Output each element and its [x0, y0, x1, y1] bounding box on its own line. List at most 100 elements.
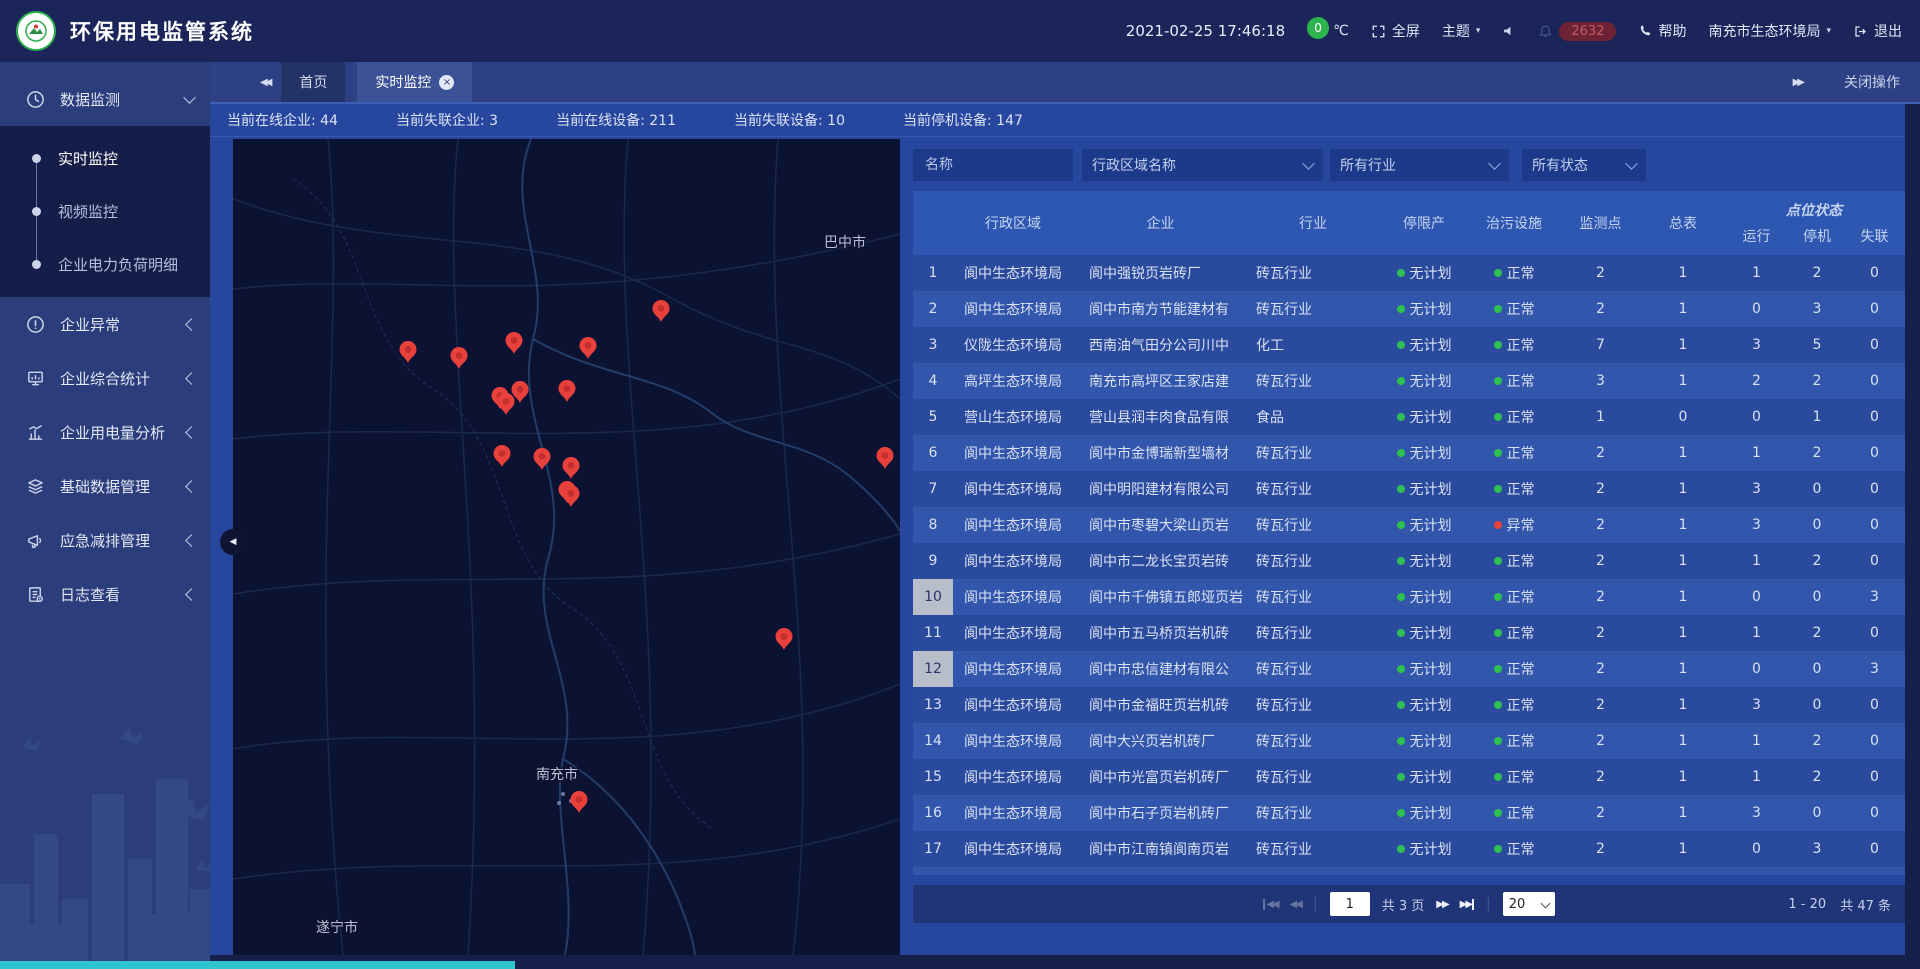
industry-filter-select[interactable]: 所有行业 [1330, 149, 1509, 181]
table-row[interactable]: 18南部生态环境局南部县建兴水泥有限公建材行业无计划正常21030 [913, 867, 1905, 875]
map-pin[interactable] [506, 332, 523, 354]
tab-close-icon[interactable]: × [439, 75, 454, 90]
close-operations-button[interactable]: 关闭操作 [1844, 72, 1900, 92]
map-pin[interactable] [534, 448, 551, 470]
cell-region: 阆中生态环境局 [953, 507, 1073, 543]
map-pin[interactable] [877, 447, 894, 469]
cell-index: 8 [913, 507, 953, 543]
cell-stopped: 3 [1790, 867, 1844, 875]
map-pin[interactable] [563, 485, 580, 507]
table-row[interactable]: 5营山生态环境局营山县润丰肉食品有限食品无计划正常10010 [913, 399, 1905, 435]
map-pin[interactable] [400, 341, 417, 363]
sidebar-item-5[interactable]: 应急减排管理 [0, 513, 210, 567]
theme-dropdown[interactable]: 主题▾ [1442, 21, 1481, 41]
sidebar-subitem[interactable]: 视频监控 [0, 185, 210, 238]
sidebar-item-0[interactable]: 数据监测 [0, 72, 210, 126]
tab-home[interactable]: 首页 [281, 62, 345, 102]
cell-company: 南充市高坪区王家店建 [1073, 363, 1248, 399]
cell-region: 高坪生态环境局 [953, 363, 1073, 399]
map-pin[interactable] [571, 791, 588, 813]
table-row[interactable]: 9阆中生态环境局阆中市二龙长宝页岩砖砖瓦行业无计划正常21120 [913, 543, 1905, 579]
cell-facility: 正常 [1470, 363, 1558, 399]
map-collapse-button[interactable]: ◀ [220, 529, 246, 555]
cell-running: 3 [1723, 795, 1790, 831]
prev-page-button[interactable]: ◀◀ [1290, 899, 1301, 910]
next-page-button[interactable]: ▶▶ [1436, 899, 1447, 910]
cell-running: 3 [1723, 687, 1790, 723]
table-row[interactable]: 12阆中生态环境局阆中市忠信建材有限公砖瓦行业无计划正常21003 [913, 651, 1905, 687]
table-row[interactable]: 7阆中生态环境局阆中明阳建材有限公司砖瓦行业无计划正常21300 [913, 471, 1905, 507]
sidebar-item-4[interactable]: 基础数据管理 [0, 459, 210, 513]
tabs-scroll-left-icon[interactable]: ◀◀ [260, 77, 269, 88]
cell-limit-label: 无计划 [1410, 803, 1452, 823]
cell-limit: 无计划 [1378, 363, 1470, 399]
map-pin[interactable] [451, 347, 468, 369]
map-pin[interactable] [498, 393, 515, 415]
sidebar-subitem[interactable]: 实时监控 [0, 132, 210, 185]
stat-item: 当前失联设备: 10 [734, 110, 845, 130]
col-region: 行政区域 [953, 213, 1073, 233]
name-filter-input[interactable] [923, 156, 1063, 174]
map-pin[interactable] [559, 380, 576, 402]
name-filter[interactable] [913, 149, 1073, 181]
mute-button[interactable] [1502, 24, 1516, 38]
table-row[interactable]: 16阆中生态环境局阆中市石子页岩机砖厂砖瓦行业无计划正常21300 [913, 795, 1905, 831]
table-row[interactable]: 17阆中生态环境局阆中市江南镇阆南页岩砖瓦行业无计划正常21030 [913, 831, 1905, 867]
log-icon [26, 585, 46, 604]
table-row[interactable]: 2阆中生态环境局阆中市南方节能建材有砖瓦行业无计划正常21030 [913, 291, 1905, 327]
city-label: 遂宁市 [316, 919, 358, 936]
cell-facility: 正常 [1470, 687, 1558, 723]
cell-running: 0 [1723, 579, 1790, 615]
cell-region: 阆中生态环境局 [953, 795, 1073, 831]
table-row[interactable]: 14阆中生态环境局阆中大兴页岩机砖厂砖瓦行业无计划正常21120 [913, 723, 1905, 759]
table-row[interactable]: 1阆中生态环境局阆中强锐页岩砖厂砖瓦行业无计划正常21120 [913, 255, 1905, 291]
table-row[interactable]: 15阆中生态环境局阆中市光富页岩机砖厂砖瓦行业无计划正常21120 [913, 759, 1905, 795]
tab-realtime-monitor[interactable]: 实时监控 × [357, 62, 472, 102]
sidebar-item-1[interactable]: 企业异常 [0, 297, 210, 351]
status-dot-green [1494, 629, 1502, 637]
map-roads [233, 139, 900, 955]
cell-offline: 0 [1844, 615, 1905, 651]
table-row[interactable]: 10阆中生态环境局阆中市千佛镇五郎垭页岩砖瓦行业无计划正常21003 [913, 579, 1905, 615]
map-pin[interactable] [563, 457, 580, 479]
map-canvas[interactable]: 巴中市南充市遂宁市 [233, 139, 900, 955]
tabs-scroll-right-icon[interactable]: ▶▶ [1793, 77, 1802, 88]
help-button[interactable]: 帮助 [1638, 21, 1686, 41]
table-row[interactable]: 4高坪生态环境局南充市高坪区王家店建砖瓦行业无计划正常31220 [913, 363, 1905, 399]
logout-button[interactable]: 退出 [1853, 21, 1902, 41]
table-row[interactable]: 3仪陇生态环境局西南油气田分公司川中化工无计划正常71350 [913, 327, 1905, 363]
map-pin[interactable] [580, 337, 597, 359]
fullscreen-button[interactable]: 全屏 [1371, 21, 1420, 41]
page-size-select[interactable]: 20 [1503, 892, 1555, 916]
page-number-input[interactable] [1330, 892, 1370, 916]
org-dropdown[interactable]: 南充市生态环境局▾ [1708, 21, 1831, 41]
map-pin[interactable] [494, 445, 511, 467]
status-filter-select[interactable]: 所有状态 [1522, 149, 1646, 181]
first-page-button[interactable]: ◀◀ [1263, 899, 1277, 910]
sidebar-item-6[interactable]: 日志查看 [0, 567, 210, 621]
chevron-down-icon [1488, 157, 1501, 170]
notification-widget[interactable]: 2632 [1538, 22, 1616, 41]
chevron-down-icon [1625, 157, 1638, 170]
cell-limit: 无计划 [1378, 543, 1470, 579]
table-row[interactable]: 11阆中生态环境局阆中市五马桥页岩机砖砖瓦行业无计划正常21120 [913, 615, 1905, 651]
region-filter-select[interactable]: 行政区域名称 [1082, 149, 1323, 181]
sidebar-item-3[interactable]: 企业用电量分析 [0, 405, 210, 459]
table-row[interactable]: 13阆中生态环境局阆中市金福旺页岩机砖砖瓦行业无计划正常21300 [913, 687, 1905, 723]
chart-icon [26, 423, 46, 442]
cell-region: 阆中生态环境局 [953, 687, 1073, 723]
sidebar-item-2[interactable]: 企业综合统计 [0, 351, 210, 405]
table-row[interactable]: 8阆中生态环境局阆中市枣碧大梁山页岩砖瓦行业无计划异常21300 [913, 507, 1905, 543]
map-pin[interactable] [776, 628, 793, 650]
cell-meters: 1 [1643, 471, 1723, 507]
map-panel[interactable]: 巴中市南充市遂宁市 [233, 139, 900, 955]
last-page-button[interactable]: ▶▶ [1460, 899, 1474, 910]
sidebar-subitem[interactable]: 企业电力负荷明细 [0, 238, 210, 291]
cell-limit-label: 无计划 [1410, 515, 1452, 535]
cell-index: 4 [913, 363, 953, 399]
table-row[interactable]: 6阆中生态环境局阆中市金博瑞新型墙材砖瓦行业无计划正常21120 [913, 435, 1905, 471]
map-pin[interactable] [653, 300, 670, 322]
cell-points: 2 [1558, 831, 1643, 867]
cell-offline: 0 [1844, 795, 1905, 831]
cell-limit: 无计划 [1378, 471, 1470, 507]
